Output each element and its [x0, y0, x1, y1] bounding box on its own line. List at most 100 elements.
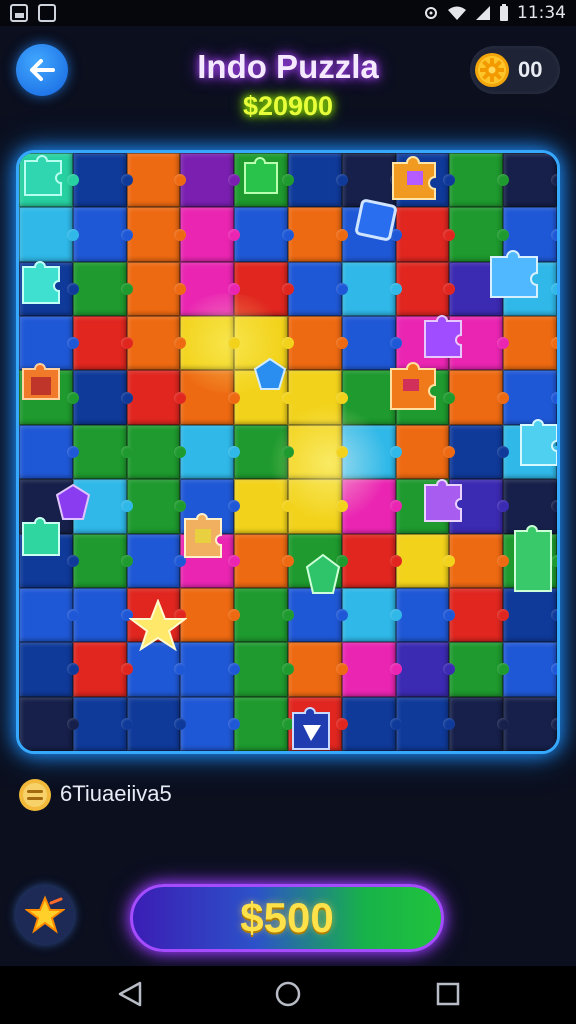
puzzle-tile[interactable] — [19, 207, 79, 262]
puzzle-tile[interactable] — [449, 642, 509, 697]
loose-piece[interactable] — [241, 155, 281, 199]
loose-piece[interactable] — [129, 599, 187, 651]
puzzle-tile[interactable] — [234, 696, 294, 751]
puzzle-tile[interactable] — [341, 261, 402, 317]
puzzle-tile[interactable] — [449, 587, 509, 643]
puzzle-tile[interactable] — [234, 479, 294, 534]
loose-piece[interactable] — [21, 153, 67, 199]
puzzle-tile[interactable] — [72, 261, 133, 317]
puzzle-tile[interactable] — [234, 642, 294, 697]
puzzle-tile[interactable] — [449, 424, 509, 480]
puzzle-tile[interactable] — [341, 479, 402, 534]
loose-piece[interactable] — [355, 199, 397, 241]
puzzle-tile[interactable] — [19, 424, 79, 480]
puzzle-tile[interactable] — [395, 642, 456, 697]
puzzle-tile[interactable] — [395, 533, 456, 588]
puzzle-tile[interactable] — [180, 587, 240, 643]
loose-piece[interactable] — [419, 311, 467, 361]
puzzle-tile[interactable] — [287, 316, 348, 371]
puzzle-tile[interactable] — [180, 424, 240, 480]
puzzle-tile[interactable] — [180, 316, 240, 371]
puzzle-tile[interactable] — [287, 207, 348, 262]
puzzle-tile[interactable] — [287, 261, 348, 317]
puzzle-tile[interactable] — [503, 642, 557, 697]
loose-piece[interactable] — [515, 415, 560, 471]
nav-home-icon[interactable] — [274, 980, 302, 1008]
loose-piece[interactable] — [419, 475, 469, 525]
loose-piece[interactable] — [387, 153, 441, 203]
puzzle-tile[interactable] — [180, 696, 240, 751]
puzzle-tile[interactable] — [287, 370, 348, 425]
puzzle-tile[interactable] — [126, 533, 187, 588]
puzzle-board[interactable] — [16, 150, 560, 754]
buy-button[interactable]: $500 — [130, 884, 444, 952]
loose-piece[interactable] — [509, 521, 559, 601]
puzzle-tile[interactable] — [19, 696, 79, 751]
puzzle-tile[interactable] — [126, 316, 187, 371]
puzzle-tile[interactable] — [234, 424, 294, 480]
loose-piece[interactable] — [385, 359, 443, 415]
puzzle-tile[interactable] — [180, 153, 240, 208]
nav-back-icon[interactable] — [116, 980, 144, 1008]
puzzle-tile[interactable] — [234, 587, 294, 643]
puzzle-tile[interactable] — [341, 424, 402, 480]
puzzle-tile[interactable] — [395, 696, 456, 751]
back-button[interactable] — [16, 44, 68, 96]
puzzle-tile[interactable] — [449, 696, 509, 751]
coin-counter[interactable]: 00 — [470, 46, 560, 94]
puzzle-tile[interactable] — [234, 261, 294, 317]
loose-piece[interactable] — [303, 553, 343, 599]
puzzle-tile[interactable] — [126, 696, 187, 751]
loose-piece[interactable] — [253, 357, 287, 393]
puzzle-tile[interactable] — [126, 479, 187, 534]
puzzle-grid[interactable] — [19, 153, 557, 751]
puzzle-tile[interactable] — [126, 370, 187, 425]
puzzle-tile[interactable] — [395, 424, 456, 480]
puzzle-tile[interactable] — [72, 533, 133, 588]
puzzle-tile[interactable] — [449, 533, 509, 588]
puzzle-tile[interactable] — [126, 424, 187, 480]
puzzle-tile[interactable] — [449, 370, 509, 425]
puzzle-tile[interactable] — [449, 153, 509, 208]
puzzle-tile[interactable] — [503, 316, 557, 371]
puzzle-tile[interactable] — [395, 207, 456, 262]
puzzle-tile[interactable] — [341, 642, 402, 697]
puzzle-tile[interactable] — [503, 153, 557, 208]
nav-recent-apps-icon[interactable] — [434, 980, 462, 1008]
puzzle-tile[interactable] — [72, 370, 133, 425]
puzzle-tile[interactable] — [234, 533, 294, 588]
loose-piece[interactable] — [19, 361, 65, 411]
puzzle-tile[interactable] — [180, 261, 240, 317]
puzzle-tile[interactable] — [19, 587, 79, 643]
puzzle-tile[interactable] — [287, 479, 348, 534]
puzzle-tile[interactable] — [72, 642, 133, 697]
puzzle-tile[interactable] — [72, 587, 133, 643]
loose-piece[interactable] — [19, 259, 63, 307]
puzzle-tile[interactable] — [341, 587, 402, 643]
loose-piece[interactable] — [485, 245, 545, 303]
puzzle-tile[interactable] — [180, 370, 240, 425]
loose-piece[interactable] — [289, 703, 333, 754]
loose-piece[interactable] — [19, 513, 63, 567]
puzzle-tile[interactable] — [72, 153, 133, 208]
puzzle-tile[interactable] — [180, 642, 240, 697]
favorite-button[interactable] — [16, 886, 74, 944]
puzzle-tile[interactable] — [19, 642, 79, 697]
puzzle-tile[interactable] — [395, 587, 456, 643]
puzzle-tile[interactable] — [126, 207, 187, 262]
puzzle-tile[interactable] — [395, 261, 456, 317]
loose-piece[interactable] — [179, 509, 229, 563]
puzzle-tile[interactable] — [72, 207, 133, 262]
puzzle-tile[interactable] — [287, 424, 348, 480]
puzzle-tile[interactable] — [72, 316, 133, 371]
puzzle-tile[interactable] — [126, 261, 187, 317]
puzzle-tile[interactable] — [503, 696, 557, 751]
puzzle-tile[interactable] — [180, 207, 240, 262]
puzzle-tile[interactable] — [234, 207, 294, 262]
puzzle-tile[interactable] — [287, 642, 348, 697]
puzzle-tile[interactable] — [341, 533, 402, 588]
puzzle-tile[interactable] — [72, 696, 133, 751]
puzzle-tile[interactable] — [126, 153, 187, 208]
puzzle-tile[interactable] — [341, 696, 402, 751]
puzzle-tile[interactable] — [287, 153, 348, 208]
